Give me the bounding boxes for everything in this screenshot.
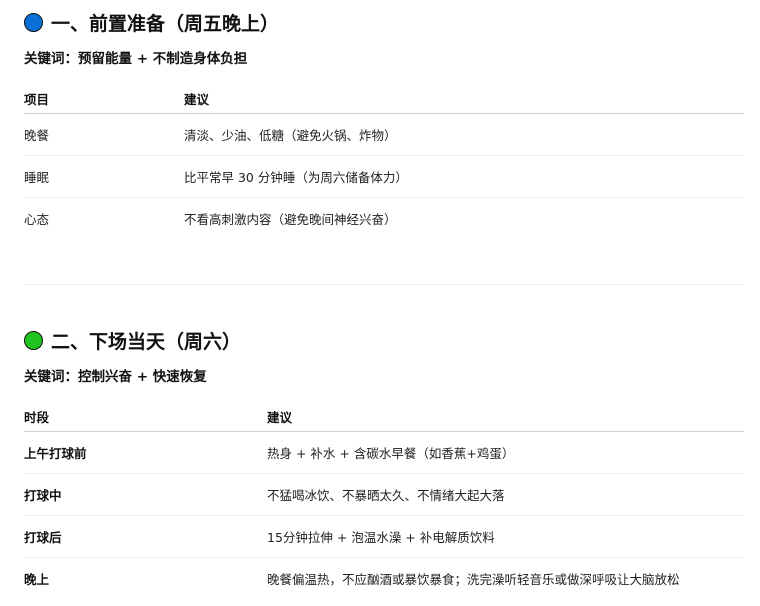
table-row: 打球后 15分钟拉伸 + 泡温水澡 + 补电解质饮料 <box>24 515 744 558</box>
section-title: 一、前置准备（周五晚上） <box>51 12 280 35</box>
row-advice: 15分钟拉伸 + 泡温水澡 + 补电解质饮料 <box>267 515 744 558</box>
section-heading: 二、下场当天（周六） <box>24 326 744 354</box>
section-title: 二、下场当天（周六） <box>51 330 242 353</box>
row-label: 上午打球前 <box>24 431 267 474</box>
table-row: 晚餐 清淡、少油、低糖（避免火锅、炸物） <box>24 113 744 156</box>
row-label: 打球后 <box>24 515 267 558</box>
row-advice: 晚餐偏温热，不应酗酒或暴饮暴食；洗完澡听轻音乐或做深呼吸让大脑放松 <box>267 572 680 587</box>
column-header-item: 项目 <box>24 83 184 114</box>
green-circle-icon <box>24 330 43 350</box>
table-row: 打球中 不猛喝冰饮、不暴晒太久、不情绪大起大落 <box>24 473 744 516</box>
table-row: 睡眠 比平常早 30 分钟睡（为周六储备体力） <box>24 155 744 198</box>
row-label: 心态 <box>24 212 50 227</box>
keywords-line: 关键词：预留能量 + 不制造身体负担 <box>24 51 248 67</box>
section-friday-prep: 一、前置准备（周五晚上） 关键词：预留能量 + 不制造身体负担 项目 建议 晚餐… <box>24 8 744 239</box>
keywords-line: 关键词：控制兴奋 + 快速恢复 <box>24 369 207 385</box>
row-label: 晚餐 <box>24 113 184 156</box>
row-label: 打球中 <box>24 473 267 516</box>
prep-table: 项目 建议 晚餐 清淡、少油、低糖（避免火锅、炸物） 睡眠 比平常早 30 分钟… <box>24 83 744 239</box>
column-header-advice: 建议 <box>184 83 744 114</box>
column-header-advice: 建议 <box>267 401 744 432</box>
table-row: 晚上 晚餐偏温热，不应酗酒或暴饮暴食；洗完澡听轻音乐或做深呼吸让大脑放松 <box>24 558 744 600</box>
row-advice: 不看高刺激内容（避免晚间神经兴奋） <box>184 212 397 227</box>
row-advice: 不猛喝冰饮、不暴晒太久、不情绪大起大落 <box>267 473 744 516</box>
row-label: 晚上 <box>24 572 50 587</box>
row-advice: 比平常早 30 分钟睡（为周六储备体力） <box>184 155 744 198</box>
document-page: 一、前置准备（周五晚上） 关键词：预留能量 + 不制造身体负担 项目 建议 晚餐… <box>0 0 760 606</box>
column-header-period: 时段 <box>24 401 267 432</box>
table-header-row: 时段 建议 <box>24 401 744 432</box>
blue-circle-icon <box>24 12 43 32</box>
table-row: 上午打球前 热身 + 补水 + 含碳水早餐（如香蕉+鸡蛋） <box>24 431 744 474</box>
table-header-row: 项目 建议 <box>24 83 744 114</box>
game-day-table: 时段 建议 上午打球前 热身 + 补水 + 含碳水早餐（如香蕉+鸡蛋） 打球中 … <box>24 401 744 599</box>
section-saturday-game-day: 二、下场当天（周六） 关键词：控制兴奋 + 快速恢复 时段 建议 上午打球前 热… <box>24 326 744 599</box>
row-advice: 清淡、少油、低糖（避免火锅、炸物） <box>184 113 744 156</box>
row-advice: 热身 + 补水 + 含碳水早餐（如香蕉+鸡蛋） <box>267 431 744 474</box>
table-row: 心态 不看高刺激内容（避免晚间神经兴奋） <box>24 198 744 240</box>
section-divider <box>24 284 744 285</box>
row-label: 睡眠 <box>24 155 184 198</box>
section-heading: 一、前置准备（周五晚上） <box>24 8 744 36</box>
